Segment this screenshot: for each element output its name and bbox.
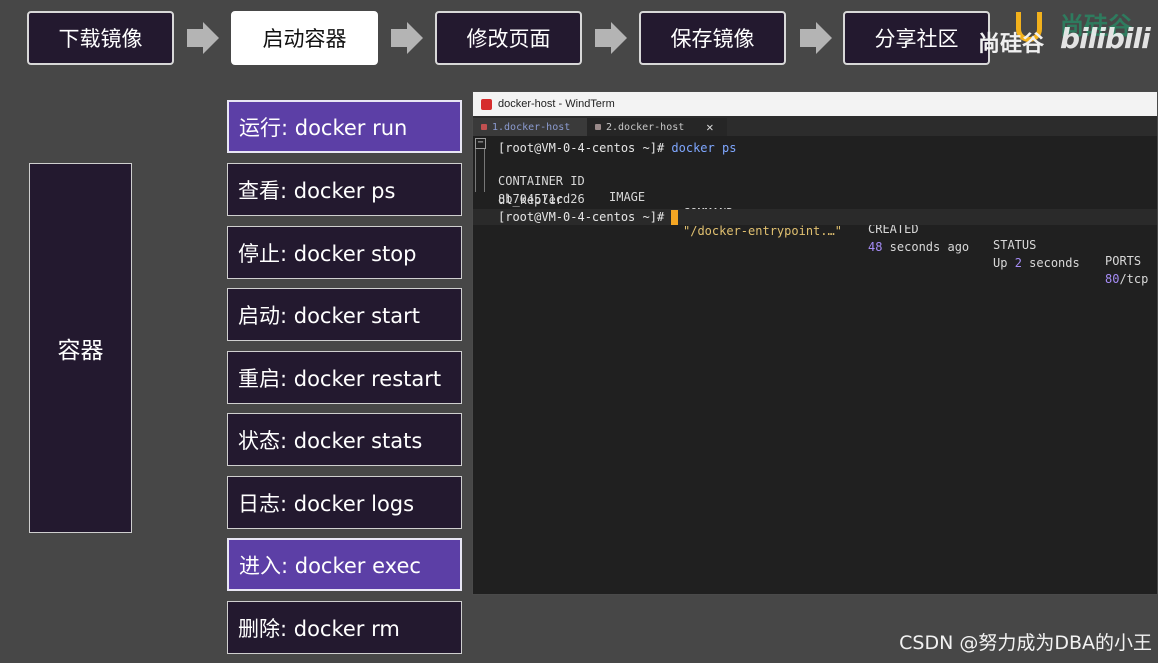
tab-label: 2.docker-host [606,121,685,133]
window-title: docker-host - WindTerm [498,98,615,110]
bilibili-logo: bilibili [1060,22,1151,55]
command-stop: 停止: docker stop [227,226,462,279]
fold-collapse-icon[interactable]: − [475,138,486,149]
created-number: 48 [868,240,883,254]
header-ports: PORTS [1105,254,1142,268]
cell-container-name-wrap: ul_kepler [498,193,564,207]
step-download-image: 下载镜像 [27,11,174,65]
step-share-community: 分享社区 [843,11,990,65]
tab-session-icon [481,124,487,130]
arrow-right-icon [391,22,423,54]
port-protocol: /tcp [1119,272,1149,286]
status-prefix: Up [993,256,1015,270]
tab-docker-host-1[interactable]: 1.docker-host [473,118,587,136]
arrow-right-icon [595,22,627,54]
tab-session-icon [595,124,601,130]
shell-prompt: [root@VM-0-4-centos ~]# [498,210,672,224]
terminal-window[interactable]: docker-host - WindTerm 1.docker-host 2.d… [472,91,1158,595]
terminal-tabbar: 1.docker-host 2.docker-host ✕ [473,116,1157,136]
close-tab-icon[interactable]: ✕ [706,120,713,134]
csdn-credit-watermark: CSDN @努力成为DBA的小王 [899,632,1152,654]
cell-ports: 80/tcp [1105,271,1148,287]
terminal-command-line: [root@VM-0-4-centos ~]# docker ps [498,140,736,156]
status-number: 2 [1014,256,1022,270]
command-exec: 进入: docker exec [227,538,462,591]
cell-status: Up 2 seconds [993,255,1080,271]
command-start: 启动: docker start [227,288,462,341]
terminal-current-line[interactable]: [root@VM-0-4-centos ~]# [473,209,1157,225]
port-number: 80 [1105,272,1120,286]
ps-header-row: CONTAINER ID IMAGE COMMAND CREATED STATU… [498,157,1158,268]
brand-watermark: 尚硅谷 尚硅谷 bilibili [976,8,1158,66]
text-cursor [671,210,679,225]
step-save-image: 保存镜像 [639,11,786,65]
command-ps: 查看: docker ps [227,163,462,216]
arrow-right-icon [800,22,832,54]
cell-command: "/docker-entrypoint.…" [683,224,842,238]
ps-data-row: 8b704571cd26 nginx "/docker-entrypoint.…… [498,175,1158,286]
typed-command: docker ps [671,141,737,155]
tab-docker-host-2[interactable]: 2.docker-host ✕ [587,118,727,136]
cell-created: 48 seconds ago [868,239,969,255]
terminal-titlebar[interactable]: docker-host - WindTerm [473,92,1157,116]
header-image: IMAGE [609,190,646,204]
step-modify-page: 修改页面 [435,11,582,65]
header-status: STATUS [993,238,1037,252]
terminal-screen[interactable]: − [root@VM-0-4-centos ~]# docker ps CONT… [473,136,1157,286]
status-unit: seconds [1021,256,1080,270]
command-rm: 删除: docker rm [227,601,462,654]
container-category-box: 容器 [29,163,132,533]
command-stats: 状态: docker stats [227,413,462,466]
created-unit: seconds ago [882,240,970,254]
arrow-right-icon [187,22,219,54]
command-run: 运行: docker run [227,100,462,153]
tab-label: 1.docker-host [492,121,571,133]
windterm-app-icon [481,98,492,110]
command-logs: 日志: docker logs [227,476,462,529]
command-restart: 重启: docker restart [227,351,462,404]
shell-prompt: [root@VM-0-4-centos ~]# [498,141,672,155]
brand-name: 尚硅谷 [978,32,1045,57]
step-start-container: 启动容器 [231,11,378,65]
